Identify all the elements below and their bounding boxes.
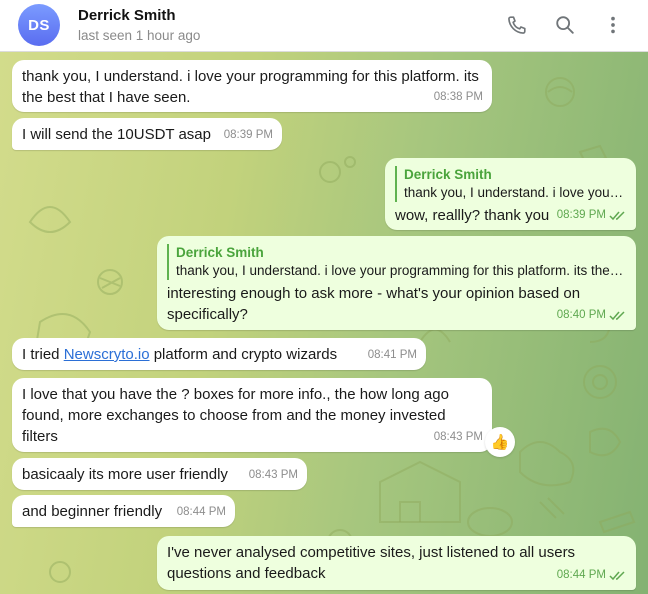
reaction-thumbs-up[interactable]: 👍 (485, 427, 515, 457)
reply-text: thank you, I understand. i love your pro… (404, 185, 626, 200)
message-incoming[interactable]: I tried Newscryto.io platform and crypto… (12, 338, 426, 370)
more-vertical-icon (611, 16, 615, 34)
message-outgoing[interactable]: Derrick Smith thank you, I understand. i… (157, 236, 636, 330)
message-incoming[interactable]: I love that you have the ? boxes for mor… (12, 378, 492, 452)
message-incoming[interactable]: and beginner friendly 08:44 PM (12, 495, 235, 527)
message-time: 08:44 PM (557, 565, 627, 586)
message-time: 08:39 PM (557, 205, 627, 226)
contact-name[interactable]: Derrick Smith (78, 7, 176, 24)
message-time: 08:43 PM (433, 431, 483, 443)
message-outgoing[interactable]: Derrick Smith thank you, I understand. i… (385, 158, 636, 230)
double-check-icon (609, 210, 625, 220)
message-time: 08:39 PM (223, 129, 273, 141)
phone-icon (508, 16, 526, 34)
message-time: 08:38 PM (433, 91, 483, 103)
reply-author: Derrick Smith (176, 245, 264, 260)
call-button[interactable] (504, 12, 530, 38)
message-time: 08:43 PM (248, 469, 298, 481)
message-time: 08:41 PM (367, 349, 417, 361)
message-text: I've never analysed competitive sites, j… (167, 544, 576, 582)
message-outgoing[interactable]: I've never analysed competitive sites, j… (157, 536, 636, 590)
double-check-icon (609, 570, 625, 580)
last-seen-status: last seen 1 hour ago (78, 28, 201, 43)
message-incoming[interactable]: thank you, I understand. i love your pro… (12, 60, 492, 112)
message-incoming[interactable]: basicaaly its more user friendly 08:43 P… (12, 458, 307, 490)
message-time: 08:40 PM (557, 305, 627, 326)
reply-text: thank you, I understand. i love your pro… (176, 263, 626, 278)
search-button[interactable] (552, 12, 578, 38)
more-options-button[interactable] (600, 12, 626, 38)
message-text: I tried Newscryto.io platform and crypto… (22, 346, 338, 363)
message-text: thank you, I understand. i love your pro… (22, 68, 479, 106)
avatar[interactable]: DS (18, 4, 60, 46)
message-link[interactable]: Newscryto.io (64, 346, 150, 363)
message-incoming[interactable]: I will send the 10USDT asap 08:39 PM (12, 118, 282, 150)
reply-author: Derrick Smith (404, 167, 492, 182)
chat-header: DS Derrick Smith last seen 1 hour ago (0, 0, 648, 52)
thumbs-up-icon: 👍 (490, 434, 510, 451)
message-text: I love that you have the ? boxes for mor… (22, 386, 449, 445)
message-time: 08:44 PM (176, 506, 226, 518)
search-icon (556, 16, 574, 34)
double-check-icon (609, 310, 625, 320)
reply-quote[interactable]: Derrick Smith thank you, I understand. i… (395, 166, 626, 202)
reply-quote[interactable]: Derrick Smith thank you, I understand. i… (167, 244, 626, 280)
